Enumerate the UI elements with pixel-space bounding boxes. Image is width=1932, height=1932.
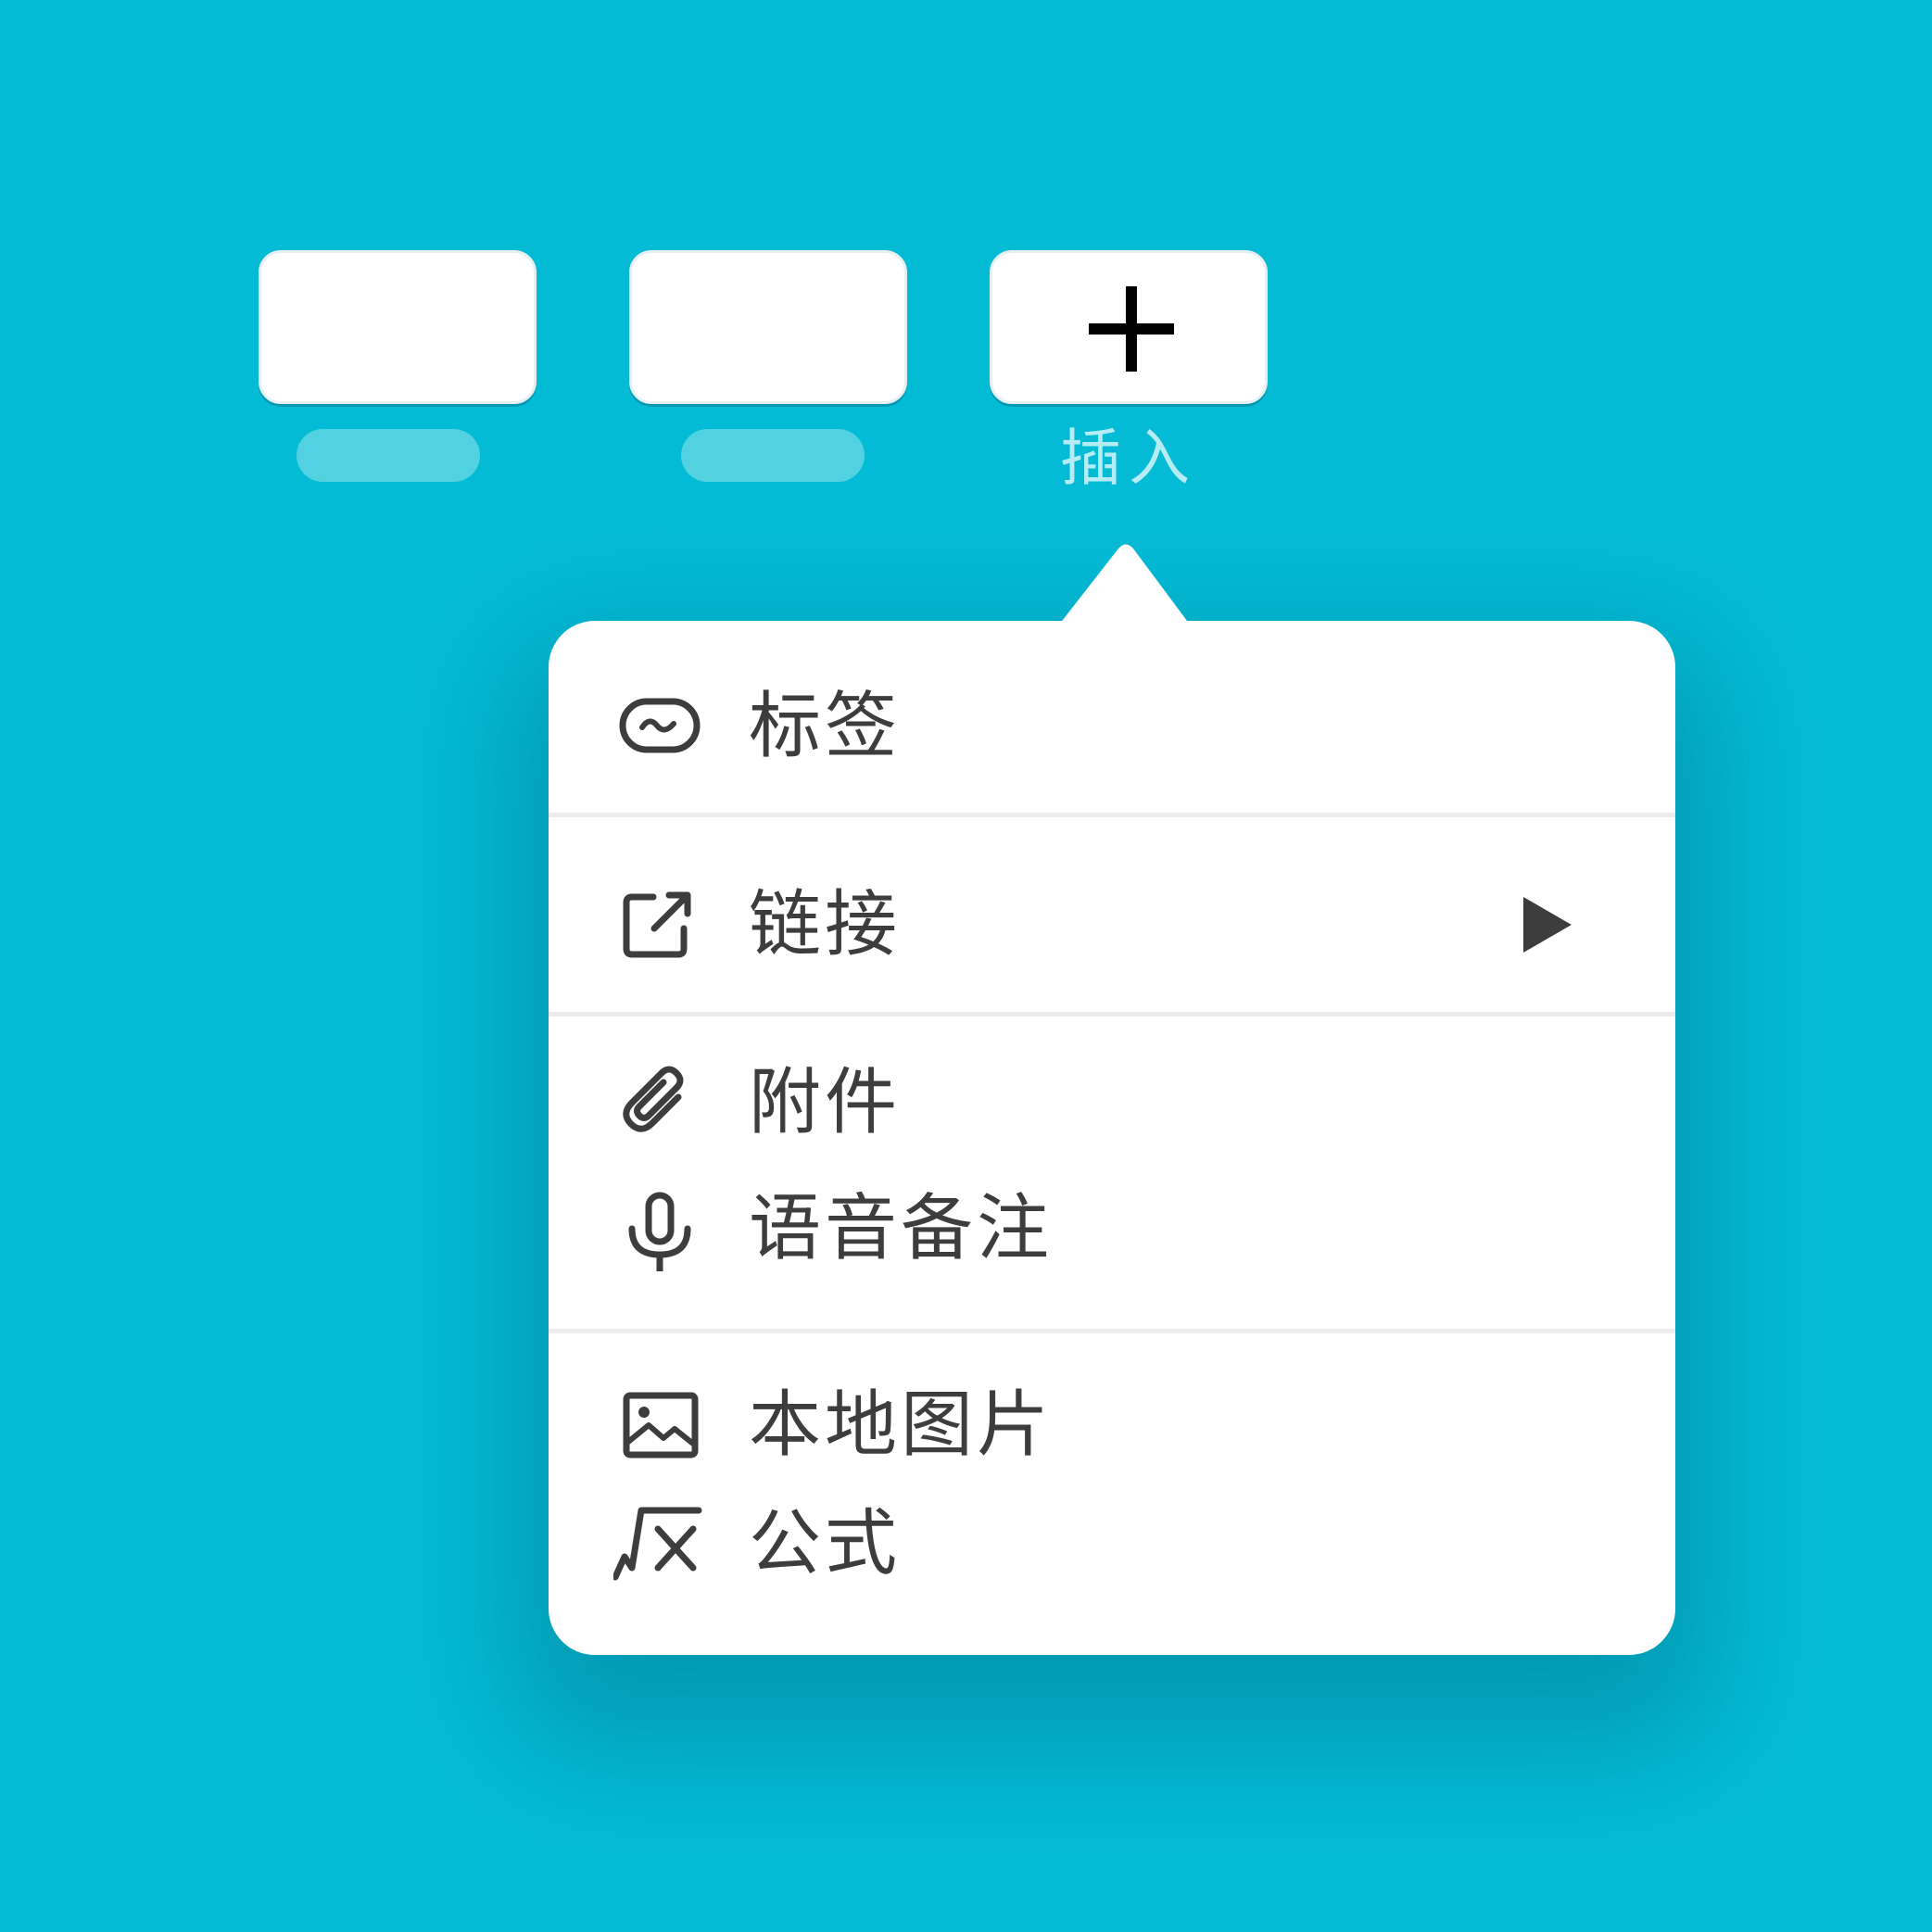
menu-item-label: 附件: [749, 1061, 902, 1144]
divider: [549, 1329, 1675, 1333]
image-icon: [623, 1392, 699, 1458]
divider: [549, 1012, 1675, 1017]
menu-item-local-image[interactable]: 本地图片: [549, 1368, 1675, 1483]
menu-item-label: 本地图片: [749, 1383, 1054, 1467]
microphone-icon: [628, 1192, 691, 1271]
menu-item-label: 标签: [749, 685, 902, 768]
canvas: 插入 标签 链接 附件 语音备注 本地图片 公式: [0, 0, 1932, 1932]
menu-item-label: 链接: [749, 883, 902, 966]
toolbar-button-2[interactable]: [629, 250, 907, 404]
menu-item-tag[interactable]: 标签: [549, 669, 1675, 784]
menu-item-link[interactable]: 链接: [549, 867, 1675, 982]
plus-icon: [1089, 286, 1174, 372]
insert-button[interactable]: [990, 250, 1268, 404]
divider: [549, 813, 1675, 817]
toolbar-label-placeholder-1: [297, 429, 480, 482]
menu-item-label: 语音备注: [749, 1187, 1054, 1270]
external-link-icon: [623, 891, 691, 958]
paperclip-icon: [623, 1066, 684, 1132]
submenu-arrow-icon: [1523, 897, 1572, 953]
tag-icon: [619, 698, 701, 753]
toolbar-button-1[interactable]: [259, 250, 537, 404]
formula-icon: [613, 1507, 702, 1581]
menu-item-formula[interactable]: 公式: [549, 1486, 1675, 1601]
insert-menu: 标签 链接 附件 语音备注 本地图片 公式: [549, 621, 1675, 1655]
insert-label: 插入: [1060, 423, 1197, 494]
menu-item-attachment[interactable]: 附件: [549, 1045, 1675, 1160]
menu-item-voice-note[interactable]: 语音备注: [549, 1171, 1675, 1286]
menu-pointer: [1059, 544, 1190, 625]
menu-item-label: 公式: [749, 1502, 902, 1585]
toolbar-label-placeholder-2: [681, 429, 865, 482]
